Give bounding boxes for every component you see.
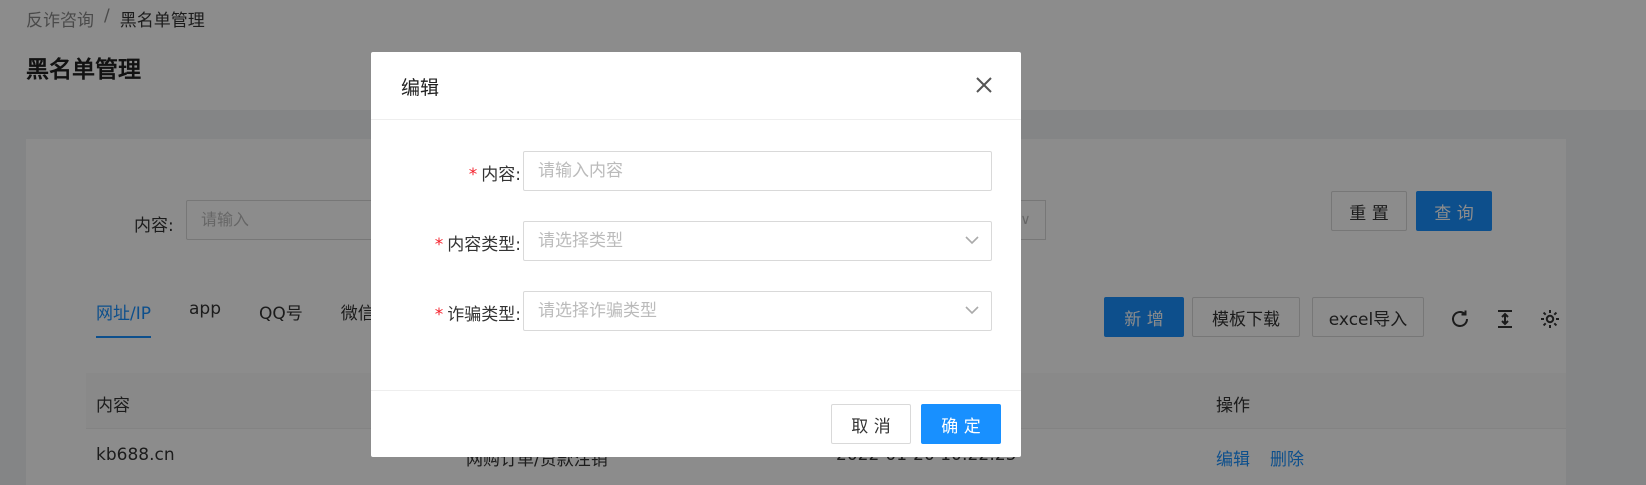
fraud-type-label: * 诈骗类型: — [434, 305, 521, 325]
cancel-button[interactable]: 取 消 — [831, 404, 911, 444]
content-label: * 内容: — [468, 165, 521, 185]
fraud-type-placeholder: 请选择诈骗类型 — [538, 301, 657, 321]
fraud-type-select[interactable]: 请选择诈骗类型 — [523, 291, 992, 331]
required-mark: * — [434, 235, 444, 255]
form-row-content-type: * 内容类型: 请选择类型 — [371, 221, 1021, 261]
chevron-down-icon — [965, 306, 979, 315]
content-type-select[interactable]: 请选择类型 — [523, 221, 992, 261]
content-type-label: * 内容类型: — [434, 235, 521, 255]
modal-footer: 取 消 确 定 — [371, 390, 1021, 457]
edit-modal: 编辑 * 内容: 请输入内容 * 内容类型: 请选择类型 * 诈骗类型: 请选择诈骗类… — [371, 52, 1021, 457]
content-type-placeholder: 请选择类型 — [538, 231, 623, 251]
required-mark: * — [468, 165, 478, 185]
close-icon[interactable] — [971, 72, 997, 98]
required-mark: * — [434, 305, 444, 325]
form-row-content: * 内容: 请输入内容 — [371, 151, 1021, 191]
chevron-down-icon — [965, 236, 979, 245]
modal-header: 编辑 — [371, 52, 1021, 120]
confirm-button[interactable]: 确 定 — [921, 404, 1001, 444]
content-input[interactable]: 请输入内容 — [523, 151, 992, 191]
modal-title: 编辑 — [401, 77, 440, 99]
form-row-fraud-type: * 诈骗类型: 请选择诈骗类型 — [371, 291, 1021, 331]
